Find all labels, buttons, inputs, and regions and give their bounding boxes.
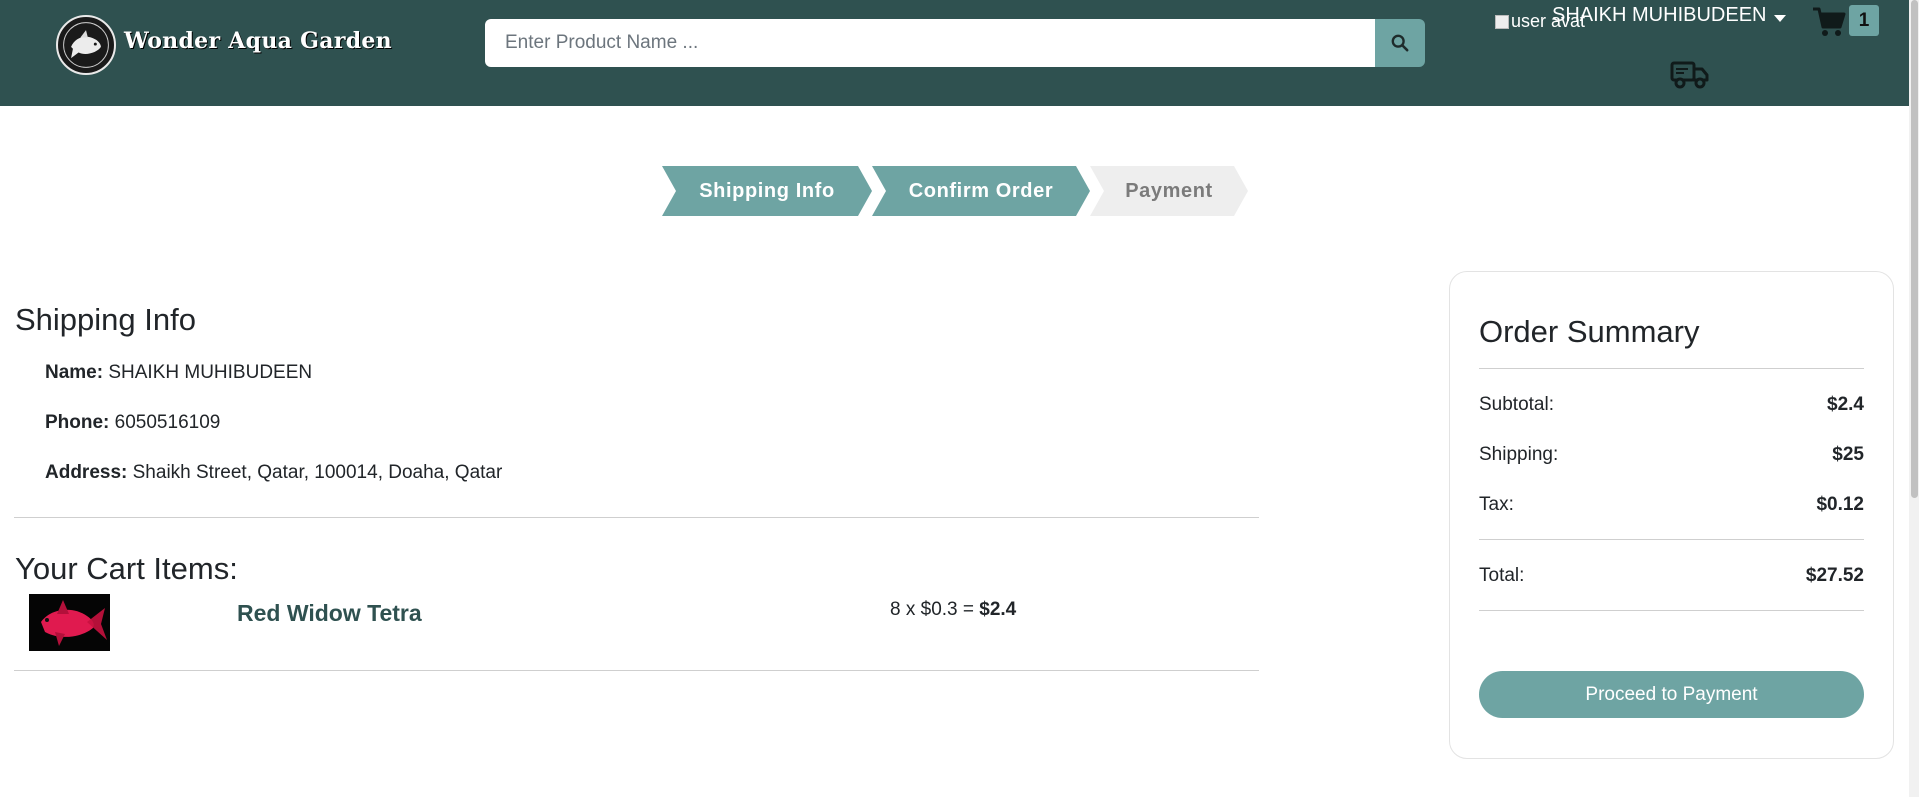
total-label: Total: xyxy=(1479,565,1525,586)
broken-image-icon xyxy=(1495,14,1509,29)
tax-row: Tax: $0.12 xyxy=(1479,494,1864,516)
shipping-info-title: Shipping Info xyxy=(15,302,196,337)
divider xyxy=(14,517,1259,518)
user-name-dropdown[interactable]: SHAIKH MUHIBUDEEN xyxy=(1552,4,1766,27)
fish-logo-icon[interactable] xyxy=(56,15,116,75)
subtotal-row: Subtotal: $2.4 xyxy=(1479,394,1864,416)
step-label: Confirm Order xyxy=(908,179,1054,202)
search-bar xyxy=(485,19,1425,67)
item-total: $2.4 xyxy=(979,599,1017,620)
cart-count-badge[interactable]: 1 xyxy=(1849,5,1879,36)
top-navbar: Wonder Aqua Garden user avat SHAIKH MUHI… xyxy=(0,0,1909,106)
proceed-to-payment-button[interactable]: Proceed to Payment xyxy=(1479,671,1864,718)
search-button[interactable] xyxy=(1375,19,1425,67)
step-label: Shipping Info xyxy=(699,179,835,202)
total-row: Total: $27.52 xyxy=(1479,565,1864,587)
name-value: SHAIKH MUHIBUDEEN xyxy=(103,362,313,383)
shipping-label: Shipping: xyxy=(1479,444,1559,465)
shipping-address: Address: Shaikh Street, Qatar, 100014, D… xyxy=(45,462,502,484)
tax-label: Tax: xyxy=(1479,494,1514,515)
product-image xyxy=(29,594,110,651)
phone-label: Phone: xyxy=(45,412,110,433)
truck-icon[interactable] xyxy=(1670,58,1710,90)
cart-item-row: Red Widow Tetra 8 x $0.3 = $2.4 xyxy=(14,592,1259,652)
subtotal-label: Subtotal: xyxy=(1479,394,1554,415)
step-label: Payment xyxy=(1125,179,1213,202)
product-link[interactable]: Red Widow Tetra xyxy=(237,600,422,627)
shipping-row: Shipping: $25 xyxy=(1479,444,1864,466)
address-value: Shaikh Street, Qatar, 100014, Doaha, Qat… xyxy=(127,462,503,483)
tax-value: $0.12 xyxy=(1816,494,1864,515)
phone-value: 6050516109 xyxy=(109,412,221,433)
shipping-phone: Phone: 6050516109 xyxy=(45,412,220,434)
search-input[interactable] xyxy=(485,19,1375,67)
shipping-name: Name: SHAIKH MUHIBUDEEN xyxy=(45,362,312,384)
divider xyxy=(1479,368,1864,369)
divider xyxy=(14,670,1259,671)
address-label: Address: xyxy=(45,462,128,483)
divider xyxy=(1479,610,1864,611)
search-icon xyxy=(1391,34,1409,52)
scrollbar-thumb[interactable] xyxy=(1911,0,1918,498)
qty-price: 8 x $0.3 = xyxy=(890,599,980,620)
total-value: $27.52 xyxy=(1805,565,1864,586)
divider xyxy=(1479,539,1864,540)
name-label: Name: xyxy=(45,362,104,383)
order-summary-title: Order Summary xyxy=(1479,314,1700,349)
cart-items-title: Your Cart Items: xyxy=(15,551,238,586)
caret-down-icon[interactable] xyxy=(1774,15,1786,22)
step-shipping-info[interactable]: Shipping Info xyxy=(662,166,872,216)
step-confirm-order[interactable]: Confirm Order xyxy=(872,166,1090,216)
order-summary-card: Order Summary Subtotal: $2.4 Shipping: $… xyxy=(1449,271,1894,759)
shipping-value: $25 xyxy=(1832,444,1864,465)
cart-icon[interactable] xyxy=(1812,6,1846,38)
item-price: 8 x $0.3 = $2.4 xyxy=(890,599,1016,621)
step-payment[interactable]: Payment xyxy=(1090,166,1248,216)
brand-name[interactable]: Wonder Aqua Garden xyxy=(124,28,392,54)
subtotal-value: $2.4 xyxy=(1827,394,1864,415)
